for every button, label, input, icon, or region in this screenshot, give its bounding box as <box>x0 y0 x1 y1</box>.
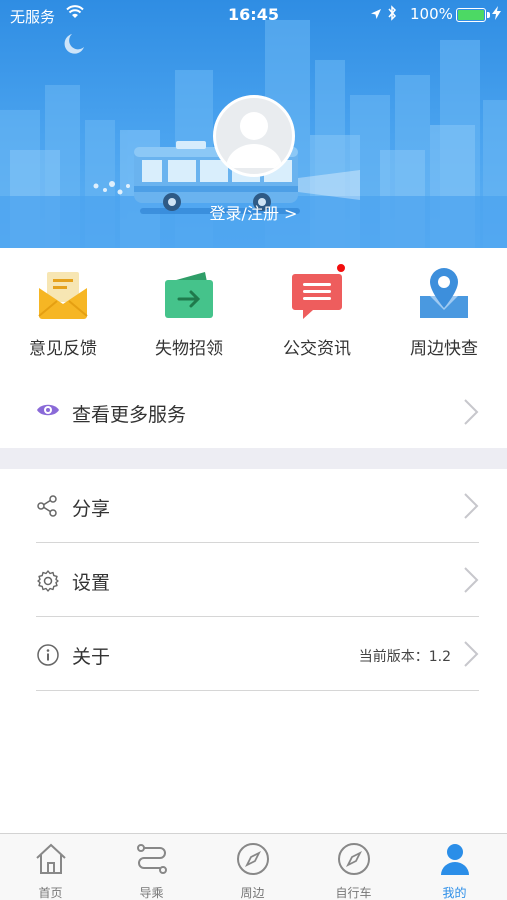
location-arrow-icon <box>370 6 382 24</box>
tab-bicycle[interactable]: 自行车 <box>303 834 404 900</box>
eye-icon <box>36 401 60 423</box>
user-placeholder-icon <box>226 112 282 168</box>
quick-bus-news-label: 公交资讯 <box>283 339 351 359</box>
chevron-right-icon <box>463 566 479 598</box>
status-bar: 无服务 16:45 100% <box>0 0 507 30</box>
row-divider <box>36 690 479 691</box>
notification-badge <box>335 262 347 274</box>
battery-icon <box>456 8 490 22</box>
profile-header: 无服务 16:45 100% 登录/注册 > <box>0 0 507 248</box>
charging-bolt-icon <box>492 6 501 24</box>
tab-mine[interactable]: 我的 <box>404 834 505 900</box>
map-pin-icon <box>416 266 472 322</box>
menu-settings[interactable]: 设置 <box>0 543 507 617</box>
bluetooth-icon <box>387 5 397 25</box>
chevron-right-icon <box>463 640 479 672</box>
wallet-arrow-icon <box>161 266 217 322</box>
menu-share[interactable]: 分享 <box>0 469 507 543</box>
menu-about[interactable]: 关于 当前版本：1.2 <box>0 617 507 691</box>
message-icon <box>289 262 347 322</box>
gear-icon <box>36 569 60 597</box>
tab-home-label: 首页 <box>38 886 63 900</box>
user-icon <box>437 841 473 881</box>
tab-bar: 首页 导乘 周边 自行车 我的 <box>0 833 507 900</box>
tab-nearby-label: 周边 <box>240 886 265 900</box>
route-icon <box>134 841 170 881</box>
compass-icon <box>235 841 271 881</box>
quick-bus-news[interactable]: 公交资讯 <box>262 262 372 359</box>
quick-lost-found[interactable]: 失物招领 <box>134 266 244 359</box>
app-version: 当前版本：1.2 <box>358 649 451 665</box>
home-icon <box>33 841 69 881</box>
login-register-link[interactable]: 登录/注册 > <box>0 200 507 224</box>
menu-settings-label: 设置 <box>72 572 111 594</box>
compass-icon <box>336 841 372 881</box>
envelope-icon <box>35 266 91 322</box>
chevron-right-icon <box>463 398 479 430</box>
tab-route-label: 导乘 <box>139 886 164 900</box>
tab-nearby[interactable]: 周边 <box>202 834 303 900</box>
tab-route[interactable]: 导乘 <box>101 834 202 900</box>
quick-nearby[interactable]: 周边快查 <box>389 266 499 359</box>
quick-lost-found-label: 失物招领 <box>155 339 223 359</box>
quick-feedback[interactable]: 意见反馈 <box>8 266 118 359</box>
quick-feedback-label: 意见反馈 <box>29 339 97 359</box>
tab-mine-label: 我的 <box>442 886 467 900</box>
quick-nearby-label: 周边快查 <box>410 339 478 359</box>
battery-percent: 100% <box>410 5 453 23</box>
tab-home[interactable]: 首页 <box>0 834 101 900</box>
menu-about-label: 关于 <box>72 646 111 668</box>
tab-bicycle-label: 自行车 <box>335 886 372 900</box>
more-services-row[interactable]: 查看更多服务 <box>0 378 507 448</box>
chevron-right-icon <box>463 492 479 524</box>
section-divider <box>0 448 507 469</box>
quick-actions: 意见反馈 失物招领 公交资讯 周边快查 <box>0 248 507 378</box>
info-icon <box>36 643 60 671</box>
more-services-label: 查看更多服务 <box>72 404 187 426</box>
menu-share-label: 分享 <box>72 498 111 520</box>
avatar[interactable] <box>213 95 295 177</box>
share-icon <box>36 495 58 521</box>
